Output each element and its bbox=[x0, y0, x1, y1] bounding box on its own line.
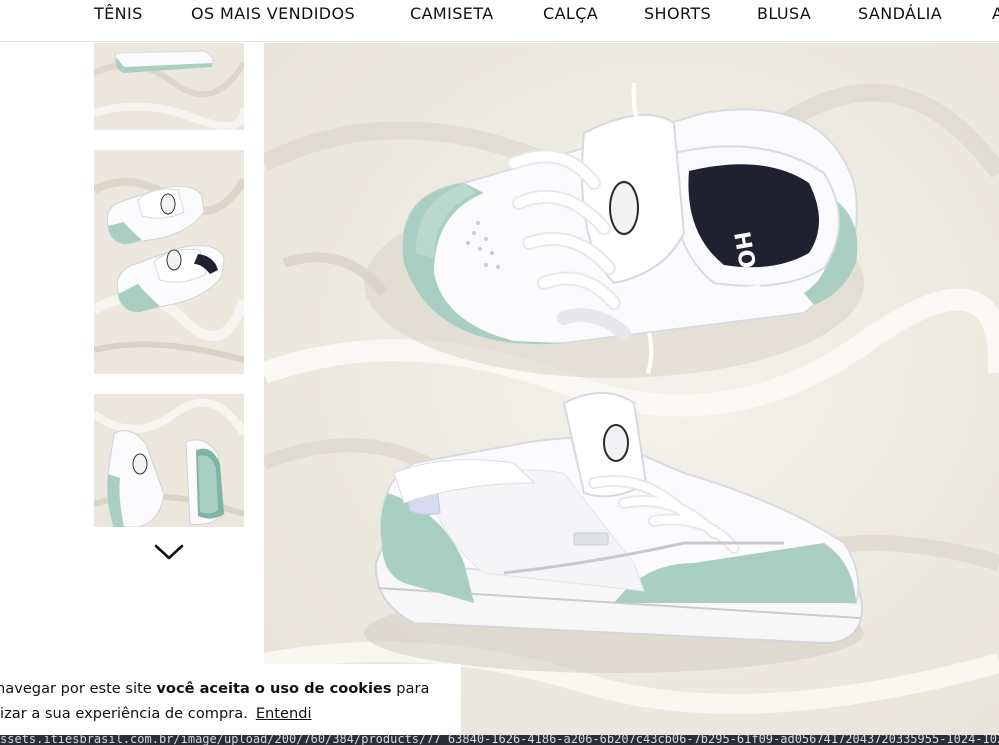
nav-item-mais-vendidos[interactable]: OS MAIS VENDIDOS bbox=[191, 4, 355, 23]
thumbnail-3-image bbox=[94, 394, 244, 527]
main-product-image[interactable]: HOCKS bbox=[264, 43, 999, 735]
product-photo: HOCKS bbox=[264, 43, 999, 735]
status-url: ssets.itiesbrasil.com.br/image/upload/20… bbox=[0, 735, 999, 745]
cookie-banner: navegar por este site você aceita o uso … bbox=[0, 664, 461, 735]
nav-item-camiseta[interactable]: CAMISETA bbox=[410, 4, 494, 23]
chevron-down-icon[interactable] bbox=[152, 540, 186, 564]
browser-status-bar: ssets.itiesbrasil.com.br/image/upload/20… bbox=[0, 735, 999, 745]
thumbnail-1-image bbox=[94, 43, 244, 130]
nav-item-blusa[interactable]: BLUSA bbox=[757, 4, 811, 23]
cookie-text-3: lizar a sua experiência de compra. bbox=[0, 705, 248, 722]
nav-item-overflow[interactable]: A bbox=[992, 4, 999, 23]
nav-item-tenis[interactable]: TÊNIS bbox=[94, 4, 143, 23]
thumbnail-2-image bbox=[94, 150, 244, 374]
cookie-accept-link[interactable]: Entendi bbox=[256, 705, 312, 722]
nav-item-shorts[interactable]: SHORTS bbox=[644, 4, 711, 23]
cookie-text-1: navegar por este site bbox=[0, 680, 157, 697]
cookie-message: navegar por este site você aceita o uso … bbox=[0, 676, 466, 726]
thumbnail-1[interactable] bbox=[94, 43, 244, 130]
cookie-text-bold: você aceita o uso de cookies bbox=[156, 680, 392, 697]
top-navigation: TÊNIS OS MAIS VENDIDOS CAMISETA CALÇA SH… bbox=[0, 0, 999, 42]
cookie-text-2: para bbox=[391, 680, 430, 697]
nav-item-calca[interactable]: CALÇA bbox=[543, 4, 598, 23]
nav-item-sandalia[interactable]: SANDÁLIA bbox=[858, 4, 942, 23]
thumbnail-2[interactable] bbox=[94, 150, 244, 374]
thumbnail-3[interactable] bbox=[94, 394, 244, 527]
